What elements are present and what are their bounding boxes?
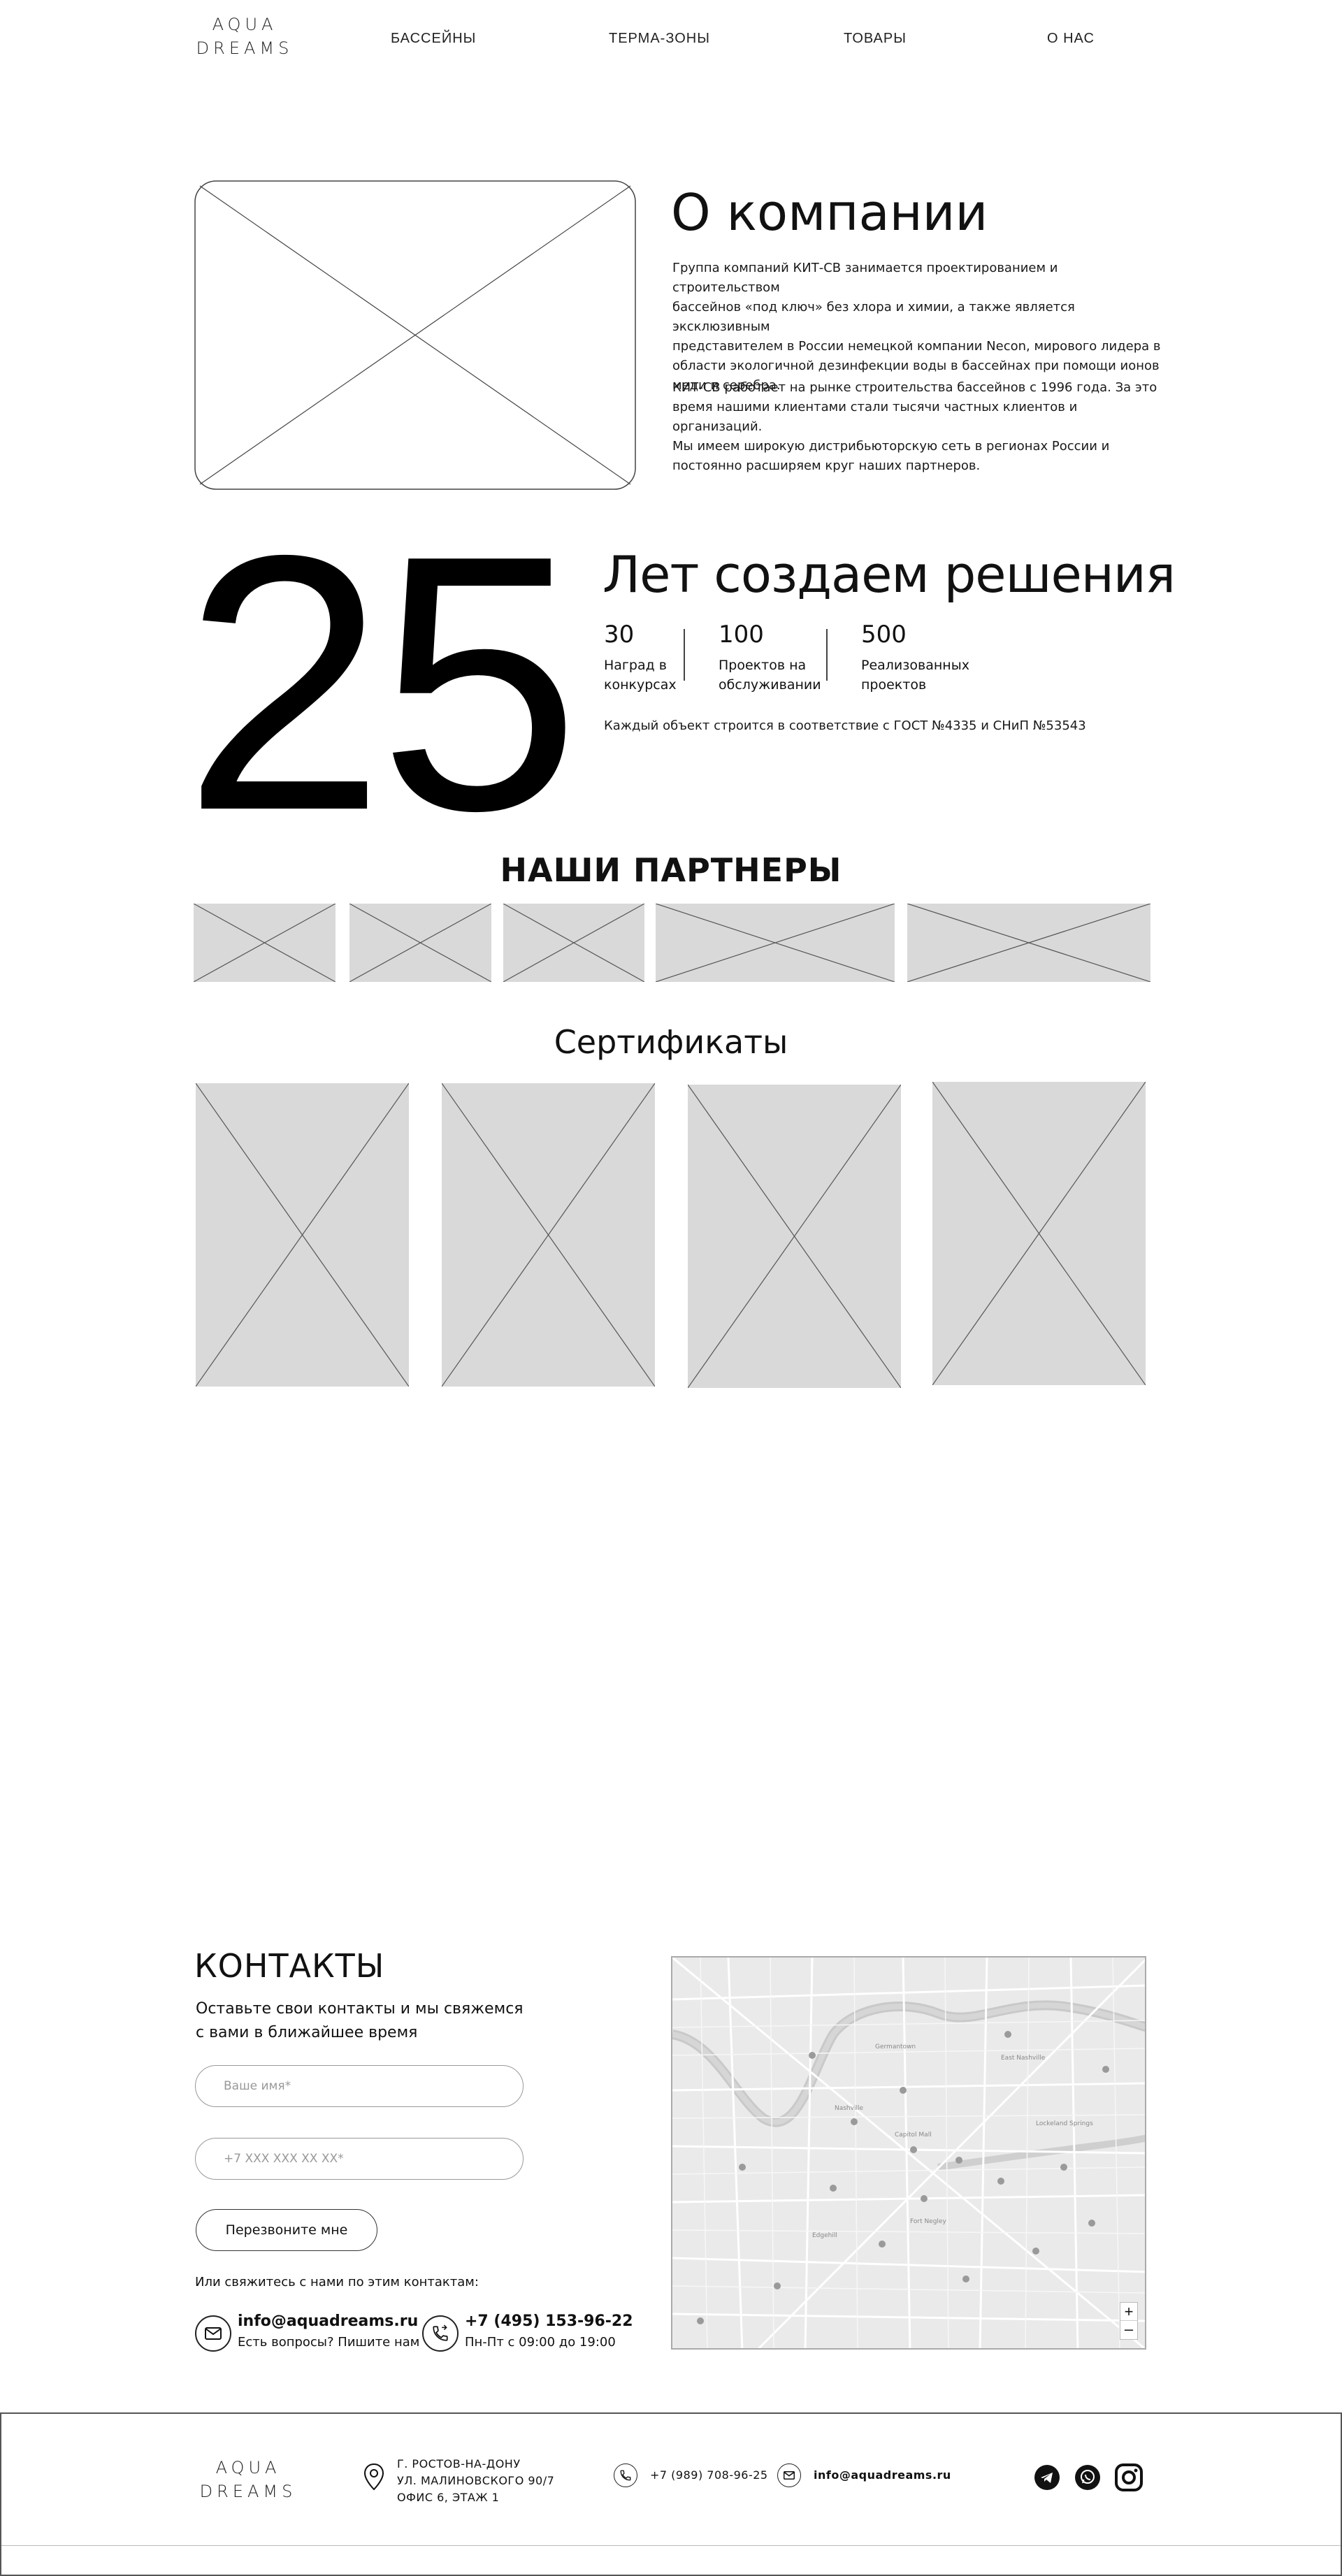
about-p1-line: бассейнов «под ключ» без хлора и химии, …	[672, 300, 1075, 334]
stat-divider	[684, 629, 685, 681]
map-label: Capitol Mall	[895, 2132, 932, 2139]
certificate-placeholder[interactable]	[196, 1083, 409, 1387]
years-title: Лет создаем решения	[603, 545, 1176, 604]
footer-phone-link[interactable]: +7 (989) 708-96-25	[650, 2467, 768, 2484]
map-label: Germantown	[875, 2043, 916, 2050]
logo-line-2: DREAMS	[196, 38, 294, 58]
logo-line-1: AQUA	[215, 2458, 281, 2477]
about-p2-line: время нашими клиентами стали тысячи част…	[672, 400, 1078, 434]
stat-divider	[826, 629, 828, 681]
nav-about[interactable]: О НАС	[1047, 31, 1095, 47]
contact-phone-link[interactable]: +7 (495) 153-96-22	[465, 2313, 633, 2330]
stat-label-line: проектов	[861, 677, 927, 693]
stat-projects-label: Проектов на обслуживании	[719, 656, 821, 695]
stat-label-line: Наград в	[604, 658, 667, 673]
certificates-title: Сертификаты	[554, 1023, 788, 1061]
map-widget[interactable]: Nashville Capitol Mall East Nashville Ge…	[671, 1956, 1146, 2350]
contact-email-sub: Есть вопросы? Пишите нам	[238, 2335, 420, 2350]
stat-projects-value: 100	[719, 621, 764, 649]
stat-realized-label: Реализованных проектов	[861, 656, 969, 695]
map-label: Nashville	[835, 2105, 863, 2112]
certificate-placeholder[interactable]	[932, 1082, 1146, 1385]
stat-awards-value: 30	[604, 621, 635, 649]
about-p1-line: представителем в России немецкой компани…	[672, 339, 1161, 354]
phone-input[interactable]	[195, 2138, 524, 2180]
about-p1-line: Группа компаний КИТ-СВ занимается проект…	[672, 261, 1058, 295]
footer-divider	[1, 2545, 1341, 2546]
stat-realized-value: 500	[861, 621, 907, 649]
stat-label-line: обслуживании	[719, 677, 821, 693]
name-input[interactable]	[195, 2065, 524, 2107]
map-zoom-out-button[interactable]: –	[1120, 2321, 1137, 2339]
footer: AQUA DREAMS Г. РОСТОВ-НА-ДОНУ УЛ. МАЛИНО…	[0, 2412, 1342, 2576]
partner-logo-placeholder[interactable]	[503, 904, 644, 982]
map-image: Nashville Capitol Mall East Nashville Ge…	[672, 1958, 1145, 2348]
partner-logo-placeholder[interactable]	[907, 904, 1150, 982]
partners-title: НАШИ ПАРТНЕРЫ	[500, 851, 842, 889]
about-image-placeholder	[194, 180, 636, 490]
footer-email-link[interactable]: info@aquadreams.ru	[814, 2467, 951, 2484]
about-paragraph-2: КИТ-СВ работает на рынке строительства б…	[672, 378, 1162, 476]
contacts-subtitle: Оставьте свои контакты и мы свяжемся с в…	[196, 1997, 524, 2045]
footer-address-line: ОФИС 6, ЭТАЖ 1	[397, 2491, 500, 2504]
about-paragraph-1: Группа компаний КИТ-СВ занимается проект…	[672, 259, 1162, 396]
contacts-subtitle-line: с вами в ближайшее время	[196, 2024, 418, 2041]
telegram-icon[interactable]	[1034, 2465, 1060, 2490]
location-pin-icon	[363, 2463, 384, 2491]
header-logo[interactable]: AQUA DREAMS	[189, 13, 301, 60]
footer-phone-icon	[614, 2463, 637, 2487]
partner-logo-placeholder[interactable]	[194, 904, 336, 982]
certificate-placeholder[interactable]	[442, 1083, 655, 1387]
partner-logo-placeholder[interactable]	[656, 904, 895, 982]
about-p2-line: Мы имеем широкую дистрибьюторскую сеть в…	[672, 439, 1110, 454]
map-zoom-in-button[interactable]: +	[1120, 2303, 1137, 2321]
contact-phone-sub: Пн-Пт с 09:00 до 19:00	[465, 2335, 616, 2350]
nav-pools[interactable]: БАССЕЙНЫ	[391, 31, 476, 47]
map-label: Edgehill	[812, 2232, 837, 2239]
stat-label-line: Реализованных	[861, 658, 969, 673]
stat-label-line: Проектов на	[719, 658, 807, 673]
phone-icon	[422, 2315, 459, 2352]
stat-awards-label: Наград в конкурсах	[604, 656, 677, 695]
alt-contacts-text: Или свяжитесь с нами по этим контактам:	[195, 2275, 479, 2289]
footer-address-line: УЛ. МАЛИНОВСКОГО 90/7	[397, 2474, 555, 2487]
years-big-number: 25	[183, 480, 580, 886]
nav-thermal-zones[interactable]: ТЕРМА-ЗОНЫ	[609, 31, 710, 47]
callback-button[interactable]: Перезвоните мне	[196, 2209, 377, 2251]
about-p2-line: КИТ-СВ работает на рынке строительства б…	[672, 380, 1157, 395]
stat-label-line: конкурсах	[604, 677, 677, 693]
logo-line-2: DREAMS	[199, 2482, 297, 2501]
footer-logo[interactable]: AQUA DREAMS	[192, 2456, 304, 2503]
contact-email-link[interactable]: info@aquadreams.ru	[238, 2313, 418, 2330]
about-p1-line: области экологичной дезинфекции воды в б…	[672, 359, 1160, 373]
whatsapp-icon[interactable]	[1075, 2465, 1100, 2490]
partner-logo-placeholder[interactable]	[349, 904, 491, 982]
map-label: Fort Negley	[910, 2218, 946, 2225]
about-title: О компании	[671, 183, 988, 242]
map-label: Lockeland Springs	[1036, 2120, 1093, 2127]
map-label: East Nashville	[1001, 2055, 1046, 2062]
logo-line-1: AQUA	[212, 15, 277, 34]
footer-address-line: Г. РОСТОВ-НА-ДОНУ	[397, 2457, 521, 2470]
contacts-subtitle-line: Оставьте свои контакты и мы свяжемся	[196, 2000, 524, 2018]
contacts-title: КОНТАКТЫ	[194, 1947, 385, 1985]
footer-mail-icon	[777, 2463, 801, 2487]
nav-products[interactable]: ТОВАРЫ	[844, 31, 907, 47]
about-p2-line: постоянно расширяем круг наших партнеров…	[672, 458, 981, 473]
map-zoom-controls: + –	[1120, 2302, 1138, 2340]
footer-address: Г. РОСТОВ-НА-ДОНУ УЛ. МАЛИНОВСКОГО 90/7 …	[397, 2456, 554, 2506]
years-note: Каждый объект строится в соответствие с …	[604, 718, 1086, 733]
instagram-icon[interactable]	[1114, 2463, 1143, 2492]
certificate-placeholder[interactable]	[688, 1085, 901, 1388]
mail-icon	[195, 2315, 231, 2352]
